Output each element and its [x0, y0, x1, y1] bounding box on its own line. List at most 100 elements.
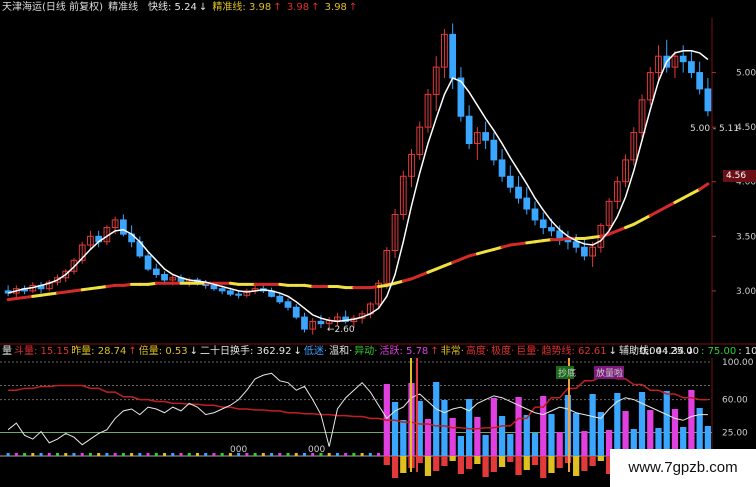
volume-bar [400, 420, 407, 456]
volume-bar-negative [400, 456, 407, 473]
indicator-legend-item-17: 趋势线: 62.61 [541, 346, 607, 357]
volume-dot [294, 453, 298, 456]
candle-body [704, 88, 712, 112]
candle-body [465, 115, 473, 145]
volume-bar [556, 432, 563, 456]
volume-dot [344, 453, 348, 456]
price-legend: 快线: 5.24 ↓ 精准线: 3.98 ↑ 3.98 ↑ 3.98 ↑ [148, 2, 359, 14]
indicator-name: 精准线 [108, 2, 139, 13]
volume-dot [179, 453, 183, 456]
volume-dot [31, 453, 35, 456]
volume-bar [441, 400, 448, 456]
volume-dot [23, 453, 27, 456]
volume-dot [352, 453, 356, 456]
indicator-level-item-0: : 0.00 [633, 346, 662, 357]
volume-bar [573, 413, 580, 456]
volume-dot [47, 453, 51, 456]
volume-bar-negative [523, 456, 530, 470]
candle-body [152, 268, 160, 276]
indicator-legend-item-6: 二十日换手: 362.92 [199, 346, 292, 357]
candle-body [317, 320, 325, 325]
candle-body [292, 306, 300, 318]
volume-dot [327, 453, 331, 456]
candle-body [581, 246, 588, 257]
volume-dot [6, 453, 10, 456]
volume-bar-negative [474, 456, 481, 464]
candle-body [498, 159, 506, 177]
indicator-legend-item-5: ↓ [189, 346, 198, 357]
indicator-legend-item-1: 斗量: 15.15 [14, 346, 70, 357]
signal-tag-label: 放量啦 [596, 367, 623, 379]
indicator-legend-item-11: 活跃: 5.78 [379, 346, 429, 357]
volume-dot [204, 453, 208, 456]
candle-body [531, 208, 539, 221]
volume-bar-negative [433, 456, 440, 471]
volume-bar-negative [490, 456, 497, 472]
candle-body [210, 284, 218, 290]
volume-dot [270, 453, 274, 456]
candle-body [679, 55, 687, 63]
volume-dot [253, 453, 257, 456]
volume-dot [171, 453, 175, 456]
volume-dot [80, 453, 84, 456]
high-price-annotation: 5.00 - 5.11 [690, 124, 740, 134]
candle-body [506, 175, 514, 188]
volume-dot [220, 453, 224, 456]
price-tick-label: 3.50 [736, 232, 756, 242]
volume-dot [212, 453, 216, 456]
current-price-tag: 4.56 [723, 170, 756, 182]
indicator-legend-item-9: 温和· [329, 346, 353, 357]
price-tick-label: 5.00 [736, 69, 756, 79]
indicator-legend: 量斗量: 15.15 昨量: 28.74 ↑ 倍量: 0.53 ↓ 二十日换手: 362.… [2, 346, 697, 358]
indicator-legend-item-7: ↓ [293, 346, 302, 357]
indicator-legend-item-12: ↑ [430, 346, 439, 357]
volume-dot [195, 453, 199, 456]
volume-bar [457, 436, 465, 456]
candle-body [696, 72, 704, 90]
candle-body [218, 288, 226, 292]
volume-bar [482, 435, 489, 456]
volume-bar [663, 391, 670, 456]
candle-body [227, 290, 234, 295]
indicator-legend-item-0: 量 [2, 346, 12, 357]
precise-line-segment [698, 182, 710, 191]
volume-bar-negative [589, 456, 596, 466]
chart-canvas: 5.00 4.50 4.00 3.50 3.00 100.00 60.00 25.00 抄底 放量… [0, 0, 756, 487]
indicator-levels-legend: : 0.00: 25.00: 75.00: 100.0 [633, 346, 756, 358]
indicator-legend-item-4: 倍量: 0.53 [138, 346, 188, 357]
volume-dot [105, 453, 109, 456]
candle-body [572, 241, 580, 248]
volume-dot [360, 453, 364, 456]
precise-line-value: 精准线: 3.98 [212, 2, 272, 13]
volume-bar [433, 382, 440, 456]
candle-body [539, 219, 547, 229]
indicator-legend-item-18: ↓ [608, 346, 618, 357]
signal-tag-label: 抄底 [558, 367, 576, 379]
volume-dot [302, 453, 306, 456]
volume-dot [146, 453, 150, 456]
candle-body [120, 219, 127, 235]
candle-body [161, 274, 168, 281]
line3-value: 3.98 [286, 2, 310, 13]
volume-bar-negative [424, 456, 432, 476]
candle-body [284, 301, 292, 308]
candle-body [688, 61, 695, 74]
volume-bar-negative [466, 456, 473, 469]
stock-title: 天津海运(日线 前复权) [2, 2, 103, 13]
volume-bar-negative [556, 456, 563, 468]
volume-bar [466, 399, 473, 456]
volume-bar-negative [597, 456, 604, 461]
volume-dot [72, 453, 76, 456]
volume-bar [614, 393, 621, 456]
fast-line [7, 49, 709, 323]
volume-bar-negative [498, 456, 506, 467]
site-watermark: www.7gpzb.com [610, 449, 756, 487]
chart-title-bar: 天津海运(日线 前复权) 精准线 [2, 2, 140, 14]
volume-bar [507, 434, 514, 456]
fast-arrow: ↓ [198, 2, 208, 13]
line4-arrow: ↑ [348, 2, 358, 13]
candle-body [548, 227, 555, 232]
volume-bar [581, 431, 588, 456]
volume-bar-negative [383, 456, 390, 465]
precise-arrow: ↑ [273, 2, 282, 13]
